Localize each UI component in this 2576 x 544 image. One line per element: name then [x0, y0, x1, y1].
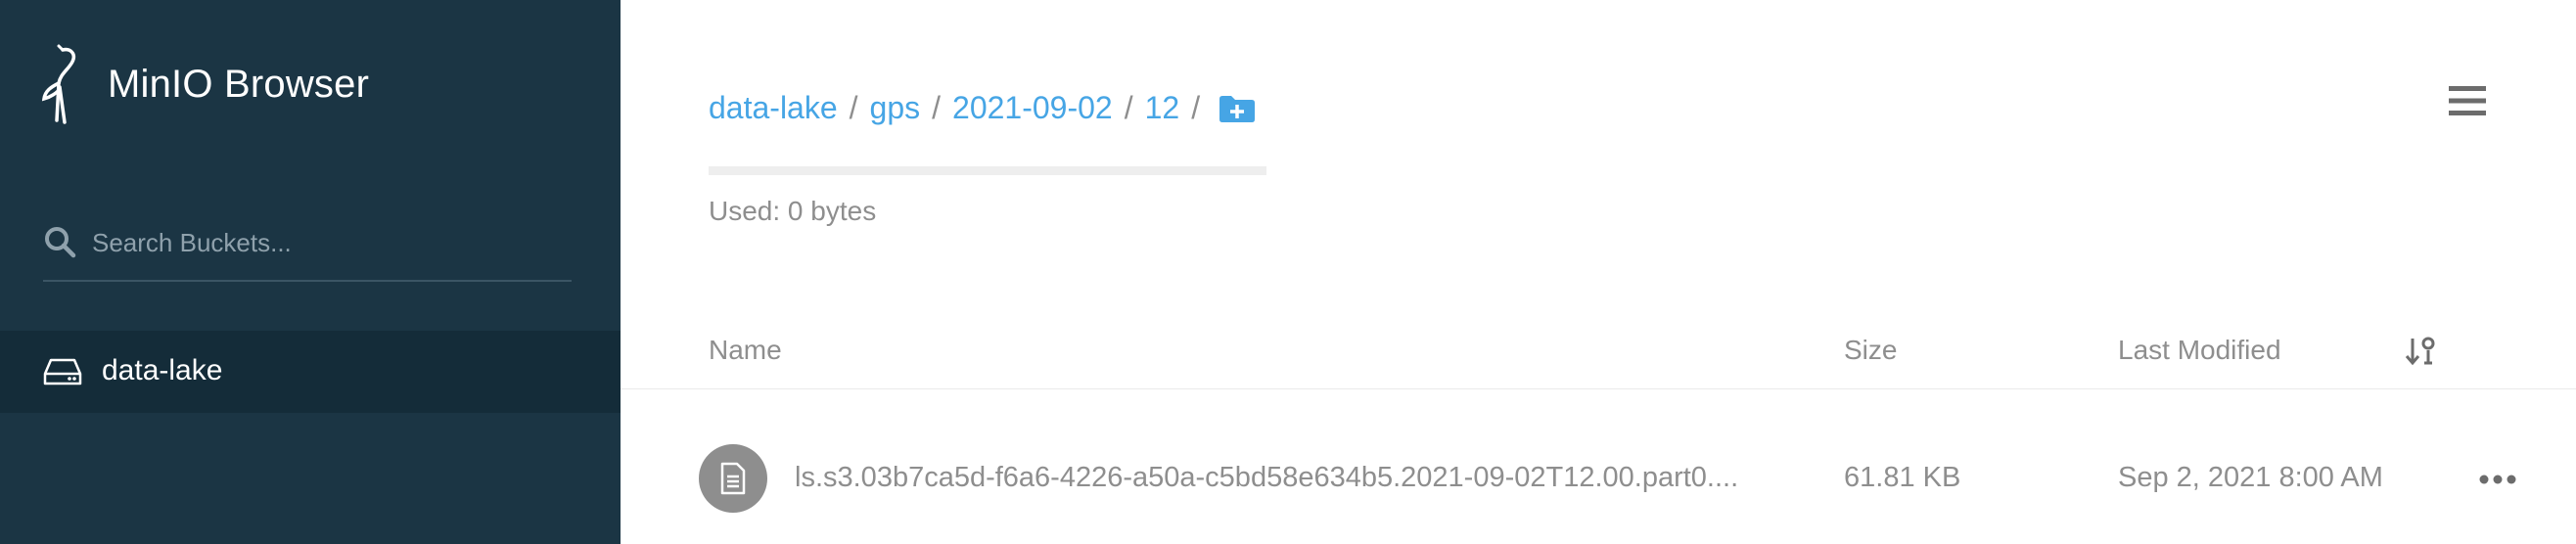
- column-header-last-modified[interactable]: Last Modified: [2118, 335, 2281, 366]
- breadcrumb-separator: /: [1124, 90, 1133, 125]
- file-icon: [699, 444, 767, 513]
- minio-logo-icon: [41, 44, 82, 124]
- breadcrumb-separator: /: [932, 90, 942, 125]
- hamburger-menu-icon[interactable]: [2449, 84, 2486, 117]
- breadcrumb-item-date[interactable]: 2021-09-02: [952, 90, 1113, 126]
- bucket-label: data-lake: [102, 354, 223, 386]
- breadcrumb-item-gps[interactable]: gps: [870, 90, 921, 126]
- search-buckets-input[interactable]: [92, 223, 562, 262]
- main-content: data-lake / gps / 2021-09-02 / 12 / Used…: [621, 0, 2576, 544]
- breadcrumb: data-lake / gps / 2021-09-02 / 12 /: [709, 90, 1257, 126]
- sidebar: MinIO Browser data-lake: [0, 0, 621, 544]
- breadcrumb-item-hour[interactable]: 12: [1145, 90, 1180, 126]
- table-header: Name Size Last Modified: [621, 313, 2576, 389]
- usage-progress-bar: [709, 166, 1266, 175]
- breadcrumb-separator: /: [849, 90, 858, 125]
- file-last-modified: Sep 2, 2021 8:00 AM: [2118, 462, 2383, 493]
- table-row[interactable]: ls.s3.03b7ca5d-f6a6-4226-a50a-c5bd58e634…: [621, 431, 2576, 528]
- app-title: MinIO Browser: [108, 63, 370, 106]
- column-header-size[interactable]: Size: [1844, 335, 1897, 366]
- bucket-search: [43, 217, 572, 282]
- sort-icon[interactable]: [2404, 335, 2437, 368]
- drive-icon: [43, 358, 82, 385]
- file-name[interactable]: ls.s3.03b7ca5d-f6a6-4226-a50a-c5bd58e634…: [795, 462, 1783, 494]
- sidebar-item-data-lake[interactable]: data-lake: [0, 331, 621, 413]
- add-folder-icon[interactable]: [1218, 93, 1257, 124]
- breadcrumb-separator: /: [1191, 90, 1201, 125]
- more-options-icon[interactable]: [2478, 466, 2517, 493]
- column-header-name[interactable]: Name: [709, 335, 782, 366]
- breadcrumb-item-bucket[interactable]: data-lake: [709, 90, 838, 126]
- file-size: 61.81 KB: [1844, 462, 1961, 493]
- search-icon: [45, 227, 76, 258]
- usage-text: Used: 0 bytes: [709, 196, 877, 226]
